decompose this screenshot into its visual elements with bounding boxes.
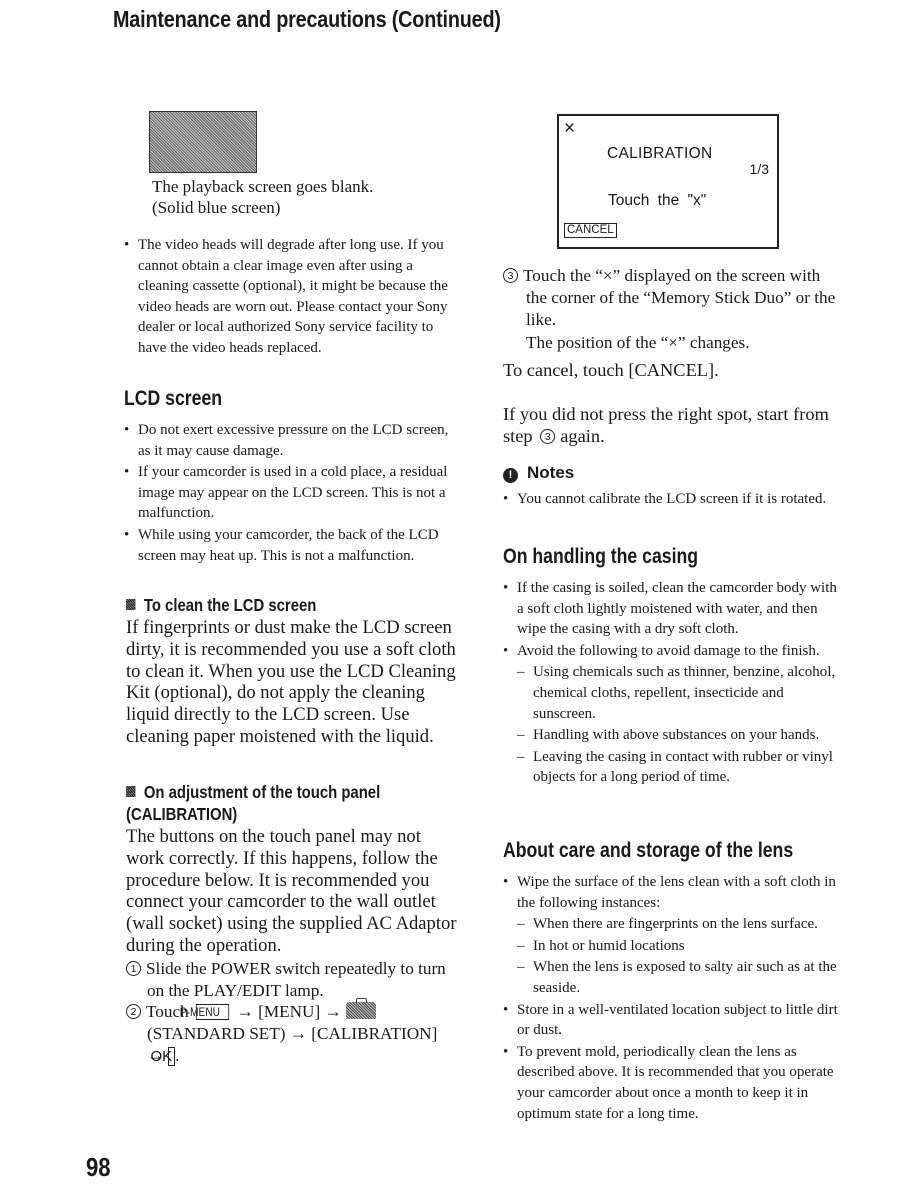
list-item: Do not exert excessive pressure on the L… bbox=[124, 420, 459, 461]
section-heading-lens: About care and storage of the lens bbox=[503, 839, 794, 862]
sub-list-item: Using chemicals such as thinner, benzine… bbox=[517, 662, 838, 724]
notes-heading: ! Notes bbox=[503, 463, 574, 483]
period: . bbox=[175, 1045, 180, 1065]
page-number: 98 bbox=[86, 1152, 111, 1182]
standard-set-label: (STANDARD SET) bbox=[147, 1023, 286, 1043]
list-item: To prevent mold, periodically clean the … bbox=[503, 1042, 838, 1124]
blank-screen-caption: The playback screen goes blank. (Solid b… bbox=[152, 176, 373, 218]
step-number-3-icon: 3 bbox=[503, 268, 518, 283]
sub-list-item: When the lens is exposed to salty air su… bbox=[517, 957, 838, 998]
step-text: Touch the “×” displayed on the screen wi… bbox=[523, 266, 836, 329]
retry-text: again. bbox=[560, 425, 605, 446]
sub-list-item: In hot or humid locations bbox=[517, 936, 838, 957]
lcd-screen-list: Do not exert excessive pressure on the L… bbox=[124, 420, 459, 567]
step-1: 1 Slide the POWER switch repeatedly to tu… bbox=[126, 958, 461, 1002]
notes-list: You cannot calibrate the LCD screen if i… bbox=[503, 489, 838, 511]
section-heading-lcd-screen: LCD screen bbox=[124, 387, 223, 410]
subsection-heading-calibration: On adjustment of the touch panel (CALIBR… bbox=[126, 781, 380, 825]
heading-text: (CALIBRATION) bbox=[126, 804, 238, 824]
step-3: 3 Touch the “×” displayed on the screen w… bbox=[503, 265, 838, 354]
subsection-heading-clean-lcd: To clean the LCD screen bbox=[126, 594, 316, 616]
calibration-label: [CALIBRATION] bbox=[311, 1023, 438, 1043]
square-bullet-icon bbox=[126, 599, 136, 610]
list-item-text: Wipe the surface of the lens clean with … bbox=[517, 874, 836, 911]
step-result: The position of the “×” changes. bbox=[526, 333, 750, 353]
calibration-x-icon: × bbox=[564, 118, 576, 139]
arrow-icon: → bbox=[324, 1002, 342, 1021]
video-heads-note: The video heads will degrade after long … bbox=[124, 235, 459, 360]
list-item: If the casing is soiled, clean the camco… bbox=[503, 578, 838, 640]
lens-list: Wipe the surface of the lens clean with … bbox=[503, 872, 838, 1125]
list-item: While using your camcorder, the back of … bbox=[124, 525, 459, 566]
cancel-button: CANCEL bbox=[564, 223, 617, 238]
sub-list-item: When there are fingerprints on the lens … bbox=[517, 914, 838, 935]
page-title: Maintenance and precautions (Continued) bbox=[113, 6, 501, 32]
calibration-instruction: Touch the "x" bbox=[608, 192, 707, 209]
list-item-text: Avoid the following to avoid damage to t… bbox=[517, 642, 820, 659]
square-bullet-icon bbox=[126, 786, 136, 797]
arrow-icon: → bbox=[289, 1023, 307, 1043]
step-number-3-icon: 3 bbox=[540, 428, 556, 444]
list-item: Store in a well-ventilated location subj… bbox=[503, 1000, 838, 1041]
step-text: Slide the POWER switch repeatedly to tur… bbox=[146, 959, 446, 1000]
calibration-screen-illustration: × CALIBRATION 1/3 Touch the "x" CANCEL bbox=[557, 114, 779, 249]
toolbox-icon bbox=[345, 998, 376, 1019]
step-2: 2 Touch P-MENU → [MENU] → (STANDARD SET) … bbox=[126, 998, 461, 1066]
sub-list-item: Handling with above substances on your h… bbox=[517, 725, 838, 746]
caption-line: (Solid blue screen) bbox=[152, 198, 281, 217]
step-number-2-icon: 2 bbox=[126, 1004, 141, 1019]
cancel-instruction: To cancel, touch [CANCEL]. bbox=[503, 360, 719, 380]
section-heading-casing: On handling the casing bbox=[503, 545, 699, 568]
list-item: You cannot calibrate the LCD screen if i… bbox=[503, 489, 838, 510]
heading-text: On adjustment of the touch panel bbox=[143, 782, 381, 802]
list-item: Avoid the following to avoid damage to t… bbox=[503, 641, 838, 788]
list-item: The video heads will degrade after long … bbox=[124, 235, 459, 359]
notes-heading-text: Notes bbox=[527, 463, 575, 482]
casing-list: If the casing is soiled, clean the camco… bbox=[503, 578, 838, 789]
heading-text: To clean the LCD screen bbox=[143, 595, 317, 615]
list-item: Wipe the surface of the lens clean with … bbox=[503, 872, 838, 999]
notes-icon: ! bbox=[503, 468, 518, 483]
calibration-body: The buttons on the touch panel may not w… bbox=[126, 826, 457, 956]
page-indicator: 1/3 bbox=[749, 161, 769, 177]
blank-screen-illustration bbox=[149, 111, 257, 173]
retry-instruction: If you did not press the right spot, sta… bbox=[503, 404, 838, 448]
step-number-1-icon: 1 bbox=[126, 961, 141, 976]
calibration-title: CALIBRATION bbox=[607, 145, 713, 162]
p-menu-button: P-MENU bbox=[180, 1004, 230, 1020]
sub-list-item: Leaving the casing in contact with rubbe… bbox=[517, 747, 838, 788]
clean-lcd-body: If fingerprints or dust make the LCD scr… bbox=[126, 617, 456, 747]
list-item: If your camcorder is used in a cold plac… bbox=[124, 462, 459, 524]
menu-label: [MENU] bbox=[258, 1002, 321, 1021]
caption-line: The playback screen goes blank. bbox=[152, 177, 374, 196]
arrow-icon: → bbox=[236, 1002, 254, 1021]
